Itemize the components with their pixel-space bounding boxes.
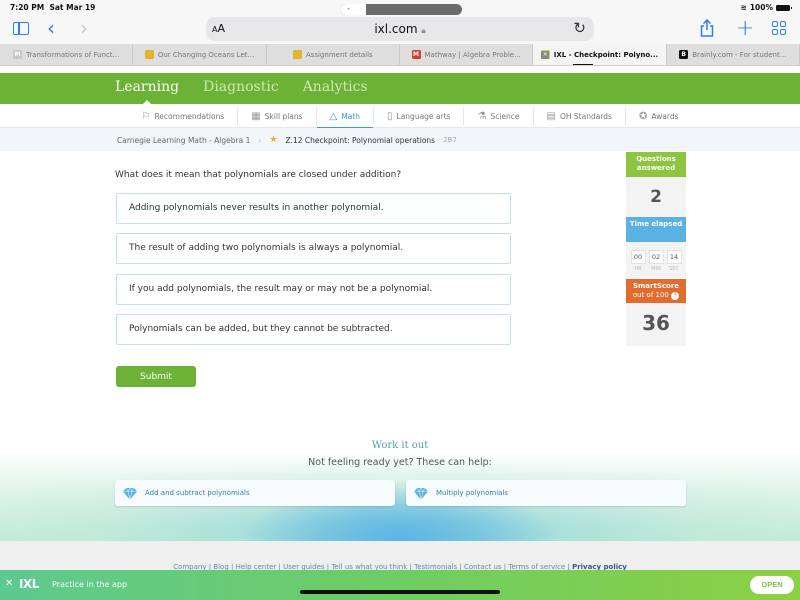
back-chevron-icon[interactable]: ‹	[47, 18, 55, 38]
browser-toolbar: ‹ › AA ixl.com 🔒︎ ↻ +	[0, 16, 800, 44]
smartscore-value: 36	[642, 311, 670, 335]
timer-hours: 00	[630, 250, 646, 264]
nav-learning[interactable]: Learning	[115, 79, 179, 105]
close-tab-icon[interactable]: ✕	[541, 50, 550, 59]
subnav-skill-plans[interactable]: ▦ Skill plans	[238, 107, 317, 125]
browser-tab-bar: M Transformations of Funct... Our Changin…	[0, 44, 800, 66]
share-icon[interactable]	[700, 18, 714, 41]
close-icon[interactable]: ✕	[5, 578, 13, 589]
subnav-math[interactable]: △ Math	[316, 107, 375, 129]
timer-minutes: 02	[648, 250, 664, 264]
forward-chevron-icon[interactable]: ›	[80, 18, 88, 38]
awards-icon: ✪	[638, 110, 648, 122]
breadcrumb-course[interactable]: Carnegie Learning Math - Algebra 1	[117, 136, 250, 145]
flask-icon: ⚗	[477, 110, 487, 122]
answer-choice[interactable]: Adding polynomials never results in anot…	[116, 193, 511, 224]
question-prompt: What does it mean that polynomials are c…	[115, 170, 402, 180]
battery-status: ≋ 100%	[740, 3, 792, 12]
help-icon[interactable]: ?	[671, 292, 680, 301]
new-tab-plus-icon[interactable]: +	[736, 18, 754, 40]
subnav-awards[interactable]: ✪ Awards	[626, 107, 692, 125]
mathway-favicon-icon: M	[411, 50, 421, 59]
work-it-out-section: Work it out Not feeling ready yet? These…	[0, 400, 800, 541]
subnav-recommendations[interactable]: ⚐ Recommendations	[128, 107, 239, 125]
classroom-favicon-icon	[292, 50, 302, 59]
diamond-icon	[414, 486, 428, 500]
browser-tab[interactable]: B Brainly.com - For student...	[667, 44, 800, 65]
address-bar[interactable]: AA ixl.com 🔒︎ ↻	[206, 17, 594, 41]
submit-button[interactable]: Submit	[116, 366, 196, 387]
browser-tab[interactable]: M Transformations of Funct...	[0, 44, 134, 65]
status-bar: 7:20 PM Sat Mar 19 ◂ ≋ 100%	[0, 0, 800, 16]
time-elapsed-label: Time elapsed	[626, 217, 686, 242]
skill-code: 2B7	[443, 136, 457, 144]
ixl-logo: IXL	[19, 577, 39, 591]
stats-panel: Questions answered 2 Time elapsed 00 HR 0…	[626, 152, 686, 346]
browser-tab-active[interactable]: ✕IXLIXL - Checkpoint: Polyno...	[533, 44, 667, 65]
help-link-label: Add and subtract polynomials	[145, 489, 250, 497]
wifi-icon: ≋	[740, 3, 747, 12]
smartscore-header: SmartScore out of 100 ?	[626, 279, 686, 303]
help-link-card[interactable]: Add and subtract polynomials	[115, 480, 395, 506]
header-spacer	[0, 66, 800, 73]
multitask-handle[interactable]: ◂	[340, 4, 462, 15]
answer-choice[interactable]: Polynomials can be added, but they canno…	[116, 314, 511, 345]
clipboard-icon: ▤	[546, 110, 556, 122]
home-indicator[interactable]	[300, 590, 500, 594]
nav-diagnostic[interactable]: Diagnostic	[203, 79, 279, 95]
reload-icon[interactable]: ↻	[573, 19, 586, 37]
multitask-knob: ◂	[340, 4, 366, 15]
subject-nav: ⚐ Recommendations ▦ Skill plans △ Math ▯ Lan…	[0, 104, 800, 129]
star-icon: ★	[269, 135, 278, 145]
sidebar-toggle-icon[interactable]	[13, 22, 29, 35]
timer: 00 HR 02 MIN 14 SEC	[626, 242, 686, 272]
recommendations-icon: ⚐	[141, 110, 151, 122]
subnav-science[interactable]: ⚗ Science	[464, 107, 534, 125]
brainly-favicon-icon: B	[679, 50, 689, 59]
chevron-right-icon: ›	[258, 135, 262, 145]
lock-icon: 🔒︎	[421, 26, 426, 35]
battery-icon	[776, 4, 792, 11]
ixl-main-nav: Learning Diagnostic Analytics	[0, 73, 800, 105]
math-pyramid-icon: △	[329, 110, 338, 122]
work-it-out-title: Work it out	[371, 440, 429, 451]
smartscore-sub: out of 100	[632, 291, 669, 300]
url-text[interactable]: ixl.com 🔒︎	[206, 22, 594, 36]
subnav-oh-standards[interactable]: ▤ OH Standards	[534, 107, 626, 125]
smartscore-label: SmartScore	[632, 282, 680, 290]
skill-plans-icon: ▦	[251, 110, 261, 122]
timer-minutes-label: MIN	[651, 266, 661, 272]
breadcrumb: Carnegie Learning Math - Algebra 1 › ★ Z…	[0, 128, 800, 151]
timer-hours-label: HR	[634, 266, 642, 272]
diamond-icon	[123, 486, 137, 500]
questions-answered-count: 2	[650, 187, 662, 207]
timer-seconds: 14	[666, 250, 682, 264]
work-it-out-subtitle: Not feeling ready yet? These can help:	[308, 457, 492, 468]
answer-choice[interactable]: The result of adding two polynomials is …	[116, 233, 511, 264]
book-icon: ▯	[387, 110, 393, 122]
open-app-button[interactable]: OPEN	[750, 576, 794, 594]
browser-tab[interactable]: Assignment details	[267, 44, 400, 65]
browser-tab[interactable]: M Mathway | Algebra Proble...	[400, 44, 534, 65]
questions-answered-label: Questions answered	[626, 152, 686, 177]
breadcrumb-skill: Z.12 Checkpoint: Polynomial operations	[285, 135, 436, 145]
answer-choice[interactable]: If you add polynomials, the result may o…	[116, 274, 511, 305]
app-banner: ✕ IXL Practice in the app OPEN	[0, 570, 800, 600]
subnav-language-arts[interactable]: ▯ Language arts	[374, 107, 465, 125]
tab-overview-icon[interactable]	[772, 21, 786, 35]
classroom-favicon-icon	[144, 50, 154, 59]
tab-favicon-icon: M	[13, 50, 23, 59]
timer-seconds-label: SEC	[669, 266, 679, 272]
browser-tab[interactable]: Our Changing Oceans Let...	[133, 44, 267, 65]
help-link-label: Multiply polynomials	[436, 489, 509, 497]
app-banner-text: Practice in the app	[52, 580, 128, 589]
footer: Company | Blog | Help center | User guid…	[0, 541, 800, 571]
status-time: 7:20 PM Sat Mar 19	[10, 3, 96, 12]
help-link-card[interactable]: Multiply polynomials	[406, 480, 686, 506]
nav-analytics[interactable]: Analytics	[303, 79, 368, 95]
